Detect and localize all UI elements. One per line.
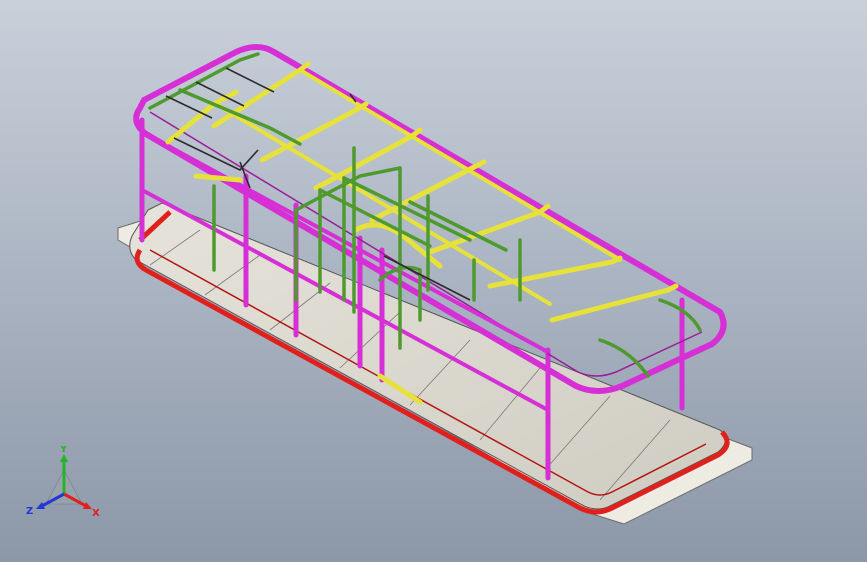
coordinate-triad[interactable]: Y Z X xyxy=(24,446,104,526)
cad-viewport[interactable]: Y Z X xyxy=(0,0,867,562)
z-axis-label: Z xyxy=(26,506,33,517)
y-axis-arrow-icon xyxy=(60,454,68,462)
bus-frame-model[interactable] xyxy=(0,0,867,562)
y-axis-label: Y xyxy=(59,446,68,455)
x-axis-label: X xyxy=(92,508,100,519)
